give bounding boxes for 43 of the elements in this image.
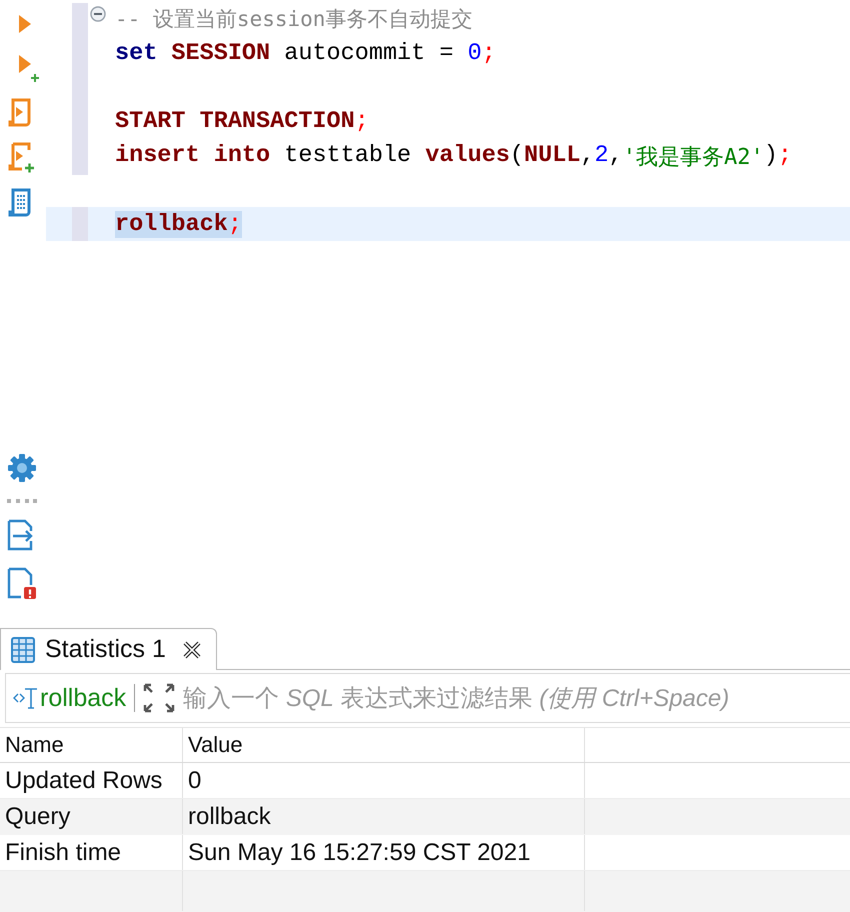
column-header[interactable]: Name (0, 728, 183, 762)
code-token: ; (482, 40, 496, 66)
code-token: ; (228, 210, 242, 238)
table-cell: Sun May 16 15:27:59 CST 2021 (183, 835, 585, 870)
results-tab[interactable]: Statistics 1 (0, 628, 217, 670)
code-token: ; (354, 108, 369, 134)
code-token: testtable (283, 142, 412, 171)
export-document-icon[interactable] (7, 519, 35, 551)
table-cell: Updated Rows (0, 763, 183, 798)
run-icon[interactable] (18, 14, 32, 34)
script-run-icon[interactable] (7, 98, 33, 128)
code-token: , (608, 142, 623, 171)
column-header[interactable]: Value (183, 728, 585, 762)
code-token: insert into (115, 142, 270, 171)
table-cell: Query (0, 799, 183, 834)
code-token: SESSION (171, 40, 270, 66)
code-token: rollback (115, 210, 228, 238)
table-cell: Finish time (0, 835, 183, 870)
code-token: -- 设置当前session事务不自动提交 (115, 6, 472, 33)
table-cell: rollback (183, 799, 585, 834)
code-token: 0 (468, 40, 482, 66)
close-icon[interactable] (182, 640, 202, 660)
code-token: set (115, 40, 158, 66)
settings-icon[interactable] (7, 453, 37, 483)
tab-label[interactable]: Statistics 1 (45, 635, 166, 664)
code-token: ) (764, 142, 778, 171)
code-token: 2 (594, 142, 609, 171)
code-token: autocommit = (283, 40, 454, 66)
code-token: '我是事务A2' (622, 144, 764, 172)
code-token: values (425, 142, 510, 171)
code-token: ; (778, 142, 792, 171)
document-error-icon[interactable] (7, 567, 37, 599)
run-add-icon[interactable] (18, 54, 40, 84)
script-run-add-icon[interactable] (7, 142, 35, 174)
script-list-icon[interactable] (7, 188, 33, 218)
drag-handle-icon[interactable] (7, 499, 37, 503)
table-cell: 0 (183, 763, 585, 798)
code-token: START TRANSACTION (115, 108, 355, 134)
table-icon (11, 636, 35, 662)
code-token: , (580, 142, 595, 171)
code-token: NULL (524, 142, 580, 171)
code-token: ( (510, 142, 524, 171)
collapse-icon[interactable] (90, 6, 106, 22)
